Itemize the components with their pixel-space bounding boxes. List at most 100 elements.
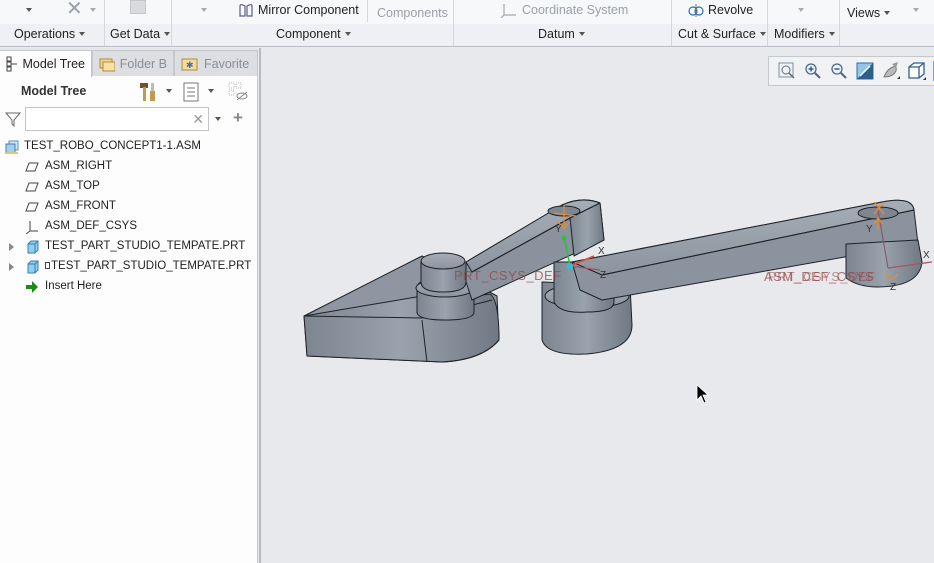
- component-label: Component: [276, 27, 341, 41]
- add-icon[interactable]: +: [233, 108, 243, 128]
- tools-dropdown-arrow[interactable]: [166, 89, 172, 93]
- divider: [453, 0, 454, 46]
- axis-label-z: Z: [890, 282, 896, 293]
- coordinate-system-button[interactable]: Coordinate System: [500, 0, 628, 20]
- placement-marker-icon: [45, 262, 50, 269]
- expand-icon[interactable]: [9, 263, 14, 271]
- tab-label: Model Tree: [22, 57, 85, 71]
- get-data-group[interactable]: Get Data: [110, 27, 171, 41]
- ribbon-buttons-row: ✕ Mirror Component Components Coordinate…: [0, 0, 934, 24]
- components-label: Components: [377, 6, 448, 20]
- panel-tabs: Model Tree Folder B ✱ Favorite: [0, 48, 258, 77]
- more-dropdown-arrow[interactable]: [913, 8, 919, 12]
- component-dropdown-arrow[interactable]: [201, 8, 207, 12]
- assembly-icon: [5, 140, 19, 154]
- tree-item-asm-top[interactable]: ASM_TOP: [0, 177, 258, 197]
- delete-icon[interactable]: ✕: [66, 0, 83, 19]
- divider: [839, 0, 840, 46]
- tree-item-label: Insert Here: [45, 280, 102, 292]
- 3d-model-view[interactable]: Y X Z Y X Z: [261, 48, 934, 563]
- chevron-down-icon: [759, 32, 766, 36]
- datum-plane-icon: [25, 162, 39, 172]
- revolve-button[interactable]: Revolve: [688, 0, 753, 20]
- settings-dropdown-arrow[interactable]: [208, 89, 214, 93]
- expand-icon[interactable]: [9, 243, 14, 251]
- chevron-down-icon: [828, 32, 835, 36]
- cut-surface-label: Cut & Surface: [678, 27, 756, 41]
- datum-plane-icon: [25, 202, 39, 212]
- operations-label: Operations: [14, 27, 76, 41]
- insert-arrow-icon: [26, 281, 38, 293]
- search-dropdown-arrow[interactable]: [215, 117, 221, 121]
- mirror-component-label: Mirror Component: [258, 3, 359, 17]
- tree-item-assembly[interactable]: TEST_ROBO_CONCEPT1-1.ASM: [0, 137, 258, 157]
- csys-annotation-prt: PRT_CSYS_DEF: [454, 268, 562, 283]
- tree-item-insert-here[interactable]: Insert Here: [0, 277, 258, 297]
- search-field[interactable]: ✕: [25, 107, 209, 131]
- components-button[interactable]: Components: [377, 3, 448, 23]
- model-tree: TEST_ROBO_CONCEPT1-1.ASM ASM_RIGHT ASM_T…: [0, 137, 258, 297]
- tab-model-tree[interactable]: Model Tree: [0, 50, 92, 77]
- divider: [171, 0, 172, 46]
- folder-icon: [99, 58, 115, 71]
- views-label: Views: [847, 6, 881, 20]
- panel-title: Model Tree: [21, 84, 87, 98]
- csys-annotation-prt-overlap: PRT_CSYS_DEF: [768, 269, 876, 284]
- axis-label-x: X: [598, 246, 605, 257]
- ribbon: ✕ Mirror Component Components Coordinate…: [0, 0, 934, 47]
- tab-folder-browser[interactable]: Folder B: [92, 50, 174, 76]
- modifiers-group[interactable]: Modifiers: [774, 27, 835, 41]
- clear-icon[interactable]: ✕: [192, 111, 204, 128]
- axis-label-y: Y: [866, 224, 873, 235]
- get-data-label: Get Data: [110, 27, 161, 41]
- divider: [367, 0, 368, 22]
- operations-group[interactable]: Operations: [14, 27, 86, 41]
- tab-label: Folder B: [119, 56, 167, 71]
- delete-dropdown-arrow[interactable]: [90, 8, 96, 12]
- tab-label: Favorite: [204, 56, 250, 71]
- modifiers-dropdown-arrow[interactable]: [798, 8, 804, 12]
- show-hide-icon[interactable]: [228, 82, 248, 102]
- axis-label-x: X: [923, 250, 930, 261]
- axis-label-y: Y: [555, 224, 562, 235]
- component-group[interactable]: Component: [276, 27, 351, 41]
- model-tree-toolbar: Model Tree: [0, 77, 258, 107]
- chevron-down-icon: [164, 32, 171, 36]
- tools-icon[interactable]: [139, 81, 157, 103]
- divider: [104, 0, 105, 46]
- views-button[interactable]: Views: [847, 3, 891, 23]
- part-icon: [27, 240, 39, 254]
- tab-favorites[interactable]: ✱ Favorite: [174, 50, 258, 76]
- coordinate-system-label: Coordinate System: [522, 3, 629, 17]
- tree-item-label: ASM_FRONT: [45, 200, 116, 212]
- tree-item-label: ASM_DEF_CSYS: [45, 220, 138, 232]
- get-data-icon[interactable]: [130, 0, 146, 14]
- tree-item-asm-front[interactable]: ASM_FRONT: [0, 197, 258, 217]
- graphics-viewport[interactable]: Y X Z Y X Z PRT_CSYS_DEF ASM_DEF_CSYS PR…: [259, 48, 934, 563]
- coordinate-system-icon: [500, 4, 516, 18]
- tree-item-part-1[interactable]: TEST_PART_STUDIO_TEMPATE.PRT: [0, 237, 258, 257]
- tree-item-part-2[interactable]: TEST_PART_STUDIO_TEMPATE.PRT: [0, 257, 258, 277]
- datum-group[interactable]: Datum: [538, 27, 585, 41]
- search-input[interactable]: [26, 108, 186, 130]
- datum-label: Datum: [538, 27, 575, 41]
- model-tree-panel: Model Tree Folder B ✱ Favorite Model Tre…: [0, 48, 258, 563]
- tree-item-label: ASM_TOP: [45, 180, 100, 192]
- mouse-cursor-icon: [696, 384, 710, 404]
- ribbon-group-labels: Operations Get Data Component Datum Cut …: [0, 24, 934, 46]
- operations-dropdown-arrow[interactable]: [26, 8, 32, 12]
- cut-surface-group[interactable]: Cut & Surface: [678, 27, 766, 41]
- filter-icon[interactable]: [5, 111, 21, 127]
- tree-item-label: TEST_PART_STUDIO_TEMPATE.PRT: [45, 240, 246, 252]
- part-icon: [27, 260, 39, 274]
- svg-text:✱: ✱: [186, 60, 194, 70]
- axis-label-z: Z: [600, 270, 606, 281]
- chevron-down-icon: [344, 32, 351, 36]
- tree-item-asm-def-csys[interactable]: ASM_DEF_CSYS: [0, 217, 258, 237]
- mirror-component-button[interactable]: Mirror Component: [238, 0, 359, 20]
- tree-item-asm-right[interactable]: ASM_RIGHT: [0, 157, 258, 177]
- settings-list-icon[interactable]: [183, 82, 199, 102]
- datum-plane-icon: [25, 182, 39, 192]
- tree-item-label: TEST_PART_STUDIO_TEMPATE.PRT: [51, 260, 252, 272]
- modifiers-label: Modifiers: [774, 27, 825, 41]
